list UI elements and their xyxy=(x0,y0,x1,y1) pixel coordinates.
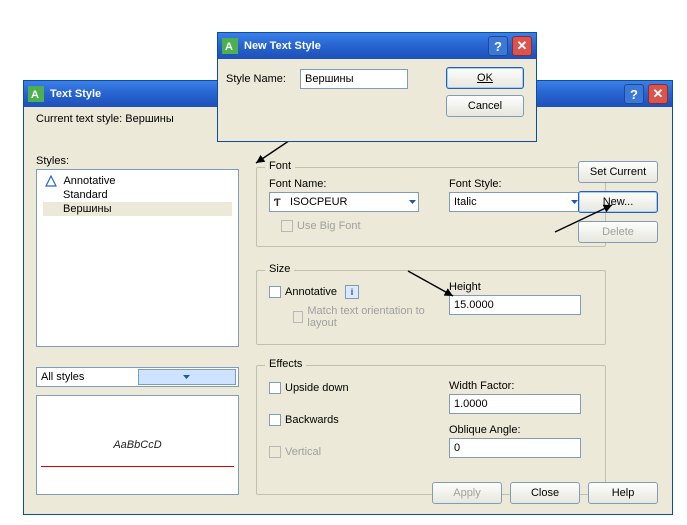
svg-text:A: A xyxy=(225,41,233,53)
match-orientation-checkbox: Match text orientation to layout xyxy=(293,305,433,329)
cancel-button[interactable]: Cancel xyxy=(446,95,524,117)
new-button[interactable]: New... xyxy=(578,191,658,213)
dialog-body: Current text style: Вершины Styles: Anno… xyxy=(24,107,672,514)
list-item[interactable]: Вершины xyxy=(43,202,232,216)
new-text-style-dialog: A New Text Style ? ✕ Style Name: OK Canc… xyxy=(217,32,537,142)
close-button[interactable]: Close xyxy=(510,482,580,504)
size-group: Size Annotative i Match text orientation… xyxy=(256,270,606,345)
apply-button: Apply xyxy=(432,482,502,504)
text-style-window: A Text Style ? ✕ Current text style: Вер… xyxy=(23,80,673,515)
width-factor-input[interactable] xyxy=(449,394,581,414)
style-name-label: Style Name: xyxy=(226,73,286,85)
oblique-angle-input[interactable] xyxy=(449,438,581,458)
chevron-down-icon[interactable] xyxy=(138,369,237,385)
font-style-label: Font Style: xyxy=(449,178,502,190)
effects-group: Effects Upside down Backwards Vertical W… xyxy=(256,365,606,495)
filter-combo[interactable]: All styles xyxy=(36,367,239,387)
font-preview: AaBbCcD xyxy=(36,395,239,495)
window-title: Text Style xyxy=(50,88,101,100)
oblique-angle-label: Oblique Angle: xyxy=(449,424,521,436)
chevron-down-icon[interactable] xyxy=(409,200,416,204)
truetype-icon: Ƭ xyxy=(274,196,286,208)
current-style-label: Current text style: xyxy=(36,113,122,125)
close-titlebar-button[interactable]: ✕ xyxy=(648,84,668,104)
help-titlebar-button[interactable]: ? xyxy=(488,36,508,56)
svg-text:Ƭ: Ƭ xyxy=(274,197,281,208)
dialog-body: Style Name: OK Cancel xyxy=(218,59,536,141)
style-name-input[interactable] xyxy=(300,69,408,89)
width-factor-label: Width Factor: xyxy=(449,380,514,392)
set-current-button[interactable]: Set Current xyxy=(578,161,658,183)
font-name-label: Font Name: xyxy=(269,178,326,190)
titlebar[interactable]: A New Text Style ? ✕ xyxy=(218,33,536,59)
annotative-icon xyxy=(45,175,57,187)
annotative-checkbox[interactable]: Annotative i xyxy=(269,285,359,299)
window-title: New Text Style xyxy=(244,40,321,52)
font-style-combo[interactable]: Italic xyxy=(449,192,581,212)
help-titlebar-button[interactable]: ? xyxy=(624,84,644,104)
group-legend: Size xyxy=(265,263,294,275)
font-name-combo[interactable]: Ƭ ISOCPEUR xyxy=(269,192,419,212)
chevron-down-icon[interactable] xyxy=(571,200,578,204)
help-button[interactable]: Help xyxy=(588,482,658,504)
styles-label: Styles: xyxy=(36,155,239,167)
close-titlebar-button[interactable]: ✕ xyxy=(512,36,532,56)
delete-button: Delete xyxy=(578,221,658,243)
vertical-checkbox: Vertical xyxy=(269,446,321,458)
filter-value: All styles xyxy=(41,371,138,383)
list-item[interactable]: Standard xyxy=(43,188,232,202)
current-style-value: Вершины xyxy=(125,113,174,125)
app-icon: A xyxy=(28,86,44,102)
app-icon: A xyxy=(222,38,238,54)
group-legend: Font xyxy=(265,160,295,172)
list-item[interactable]: Annotative xyxy=(43,174,232,188)
ok-button[interactable]: OK xyxy=(446,67,524,89)
height-input[interactable] xyxy=(449,295,581,315)
height-label: Height xyxy=(449,281,481,293)
upside-down-checkbox[interactable]: Upside down xyxy=(269,382,349,394)
svg-text:A: A xyxy=(31,89,39,101)
styles-list[interactable]: Annotative Standard Вершины xyxy=(36,169,239,347)
info-icon[interactable]: i xyxy=(345,285,359,299)
group-legend: Effects xyxy=(265,358,306,370)
backwards-checkbox[interactable]: Backwards xyxy=(269,414,339,426)
font-style-value: Italic xyxy=(454,196,571,208)
font-group: Font Font Name: Ƭ ISOCPEUR Font Style: I… xyxy=(256,167,606,247)
use-big-font-checkbox: Use Big Font xyxy=(281,220,361,232)
font-name-value: ISOCPEUR xyxy=(286,196,409,208)
